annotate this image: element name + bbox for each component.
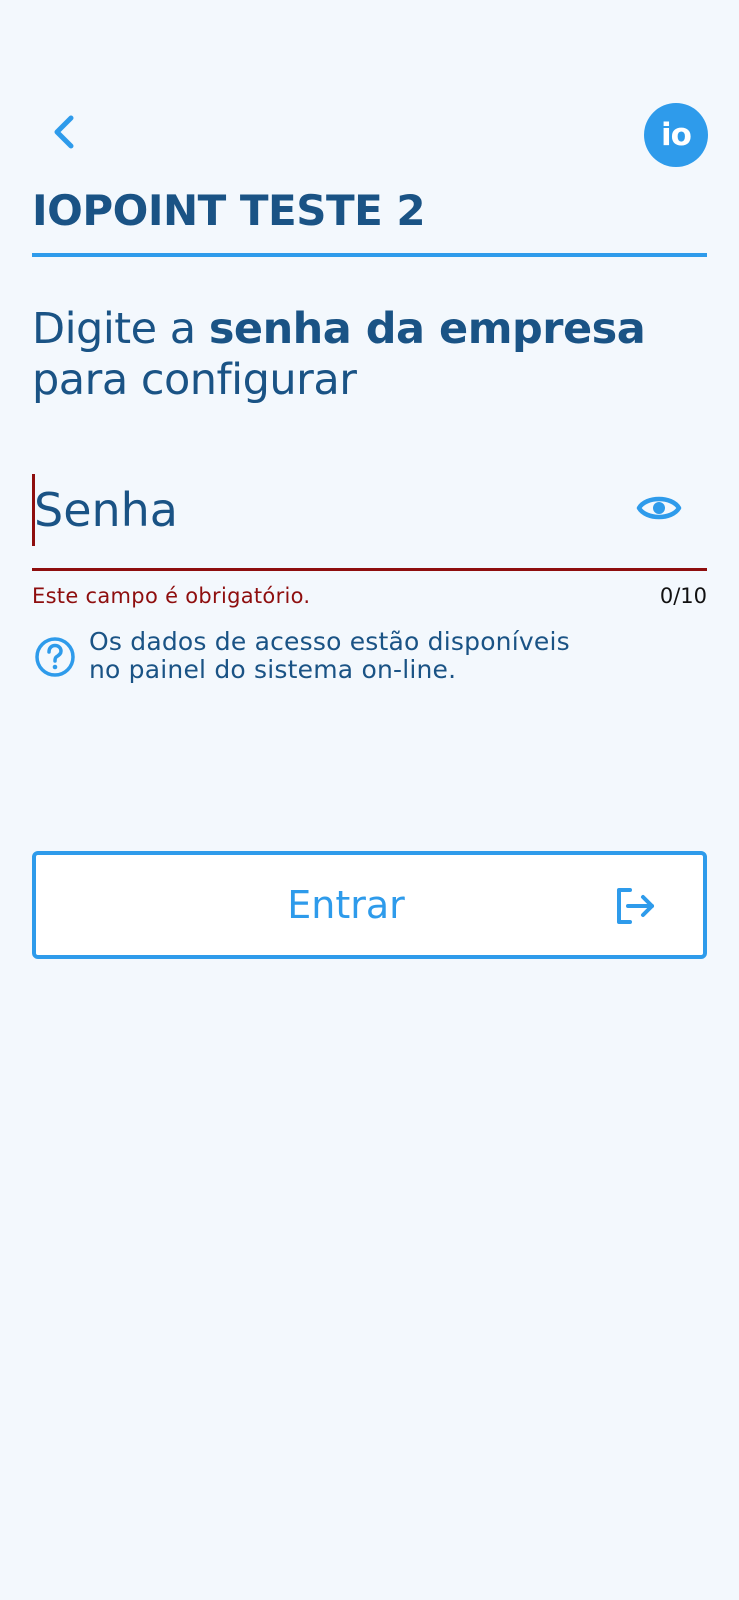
help-text-line-2: no painel do sistema on-line. xyxy=(89,655,457,684)
prompt-prefix: Digite a xyxy=(32,304,209,354)
prompt-suffix: para configurar xyxy=(32,355,357,405)
chevron-left-icon xyxy=(54,115,74,149)
error-message: Este campo é obrigatório. xyxy=(32,584,311,608)
help-text-line-1: Os dados de acesso estão disponíveis xyxy=(89,627,570,656)
title-divider xyxy=(32,253,707,257)
password-input[interactable] xyxy=(32,470,634,550)
app-logo: io xyxy=(644,103,708,167)
question-circle-icon xyxy=(35,637,75,677)
prompt-emphasis: senha da empresa xyxy=(208,304,646,354)
character-counter: 0/10 xyxy=(659,584,707,608)
company-title: IOPOINT TESTE 2 xyxy=(32,186,426,235)
login-button[interactable]: Entrar xyxy=(32,851,707,959)
password-prompt: Digite a senha da empresa para configura… xyxy=(32,304,722,406)
password-field xyxy=(32,470,707,571)
help-text: Os dados de acesso estão disponíveis no p… xyxy=(89,628,719,684)
login-arrow-icon xyxy=(617,888,654,924)
toggle-visibility-button[interactable] xyxy=(634,488,684,528)
text-caret xyxy=(32,474,35,546)
login-button-label: Entrar xyxy=(287,883,405,927)
eye-icon xyxy=(636,496,682,520)
back-button[interactable] xyxy=(40,108,88,156)
password-field-underline xyxy=(32,568,707,571)
